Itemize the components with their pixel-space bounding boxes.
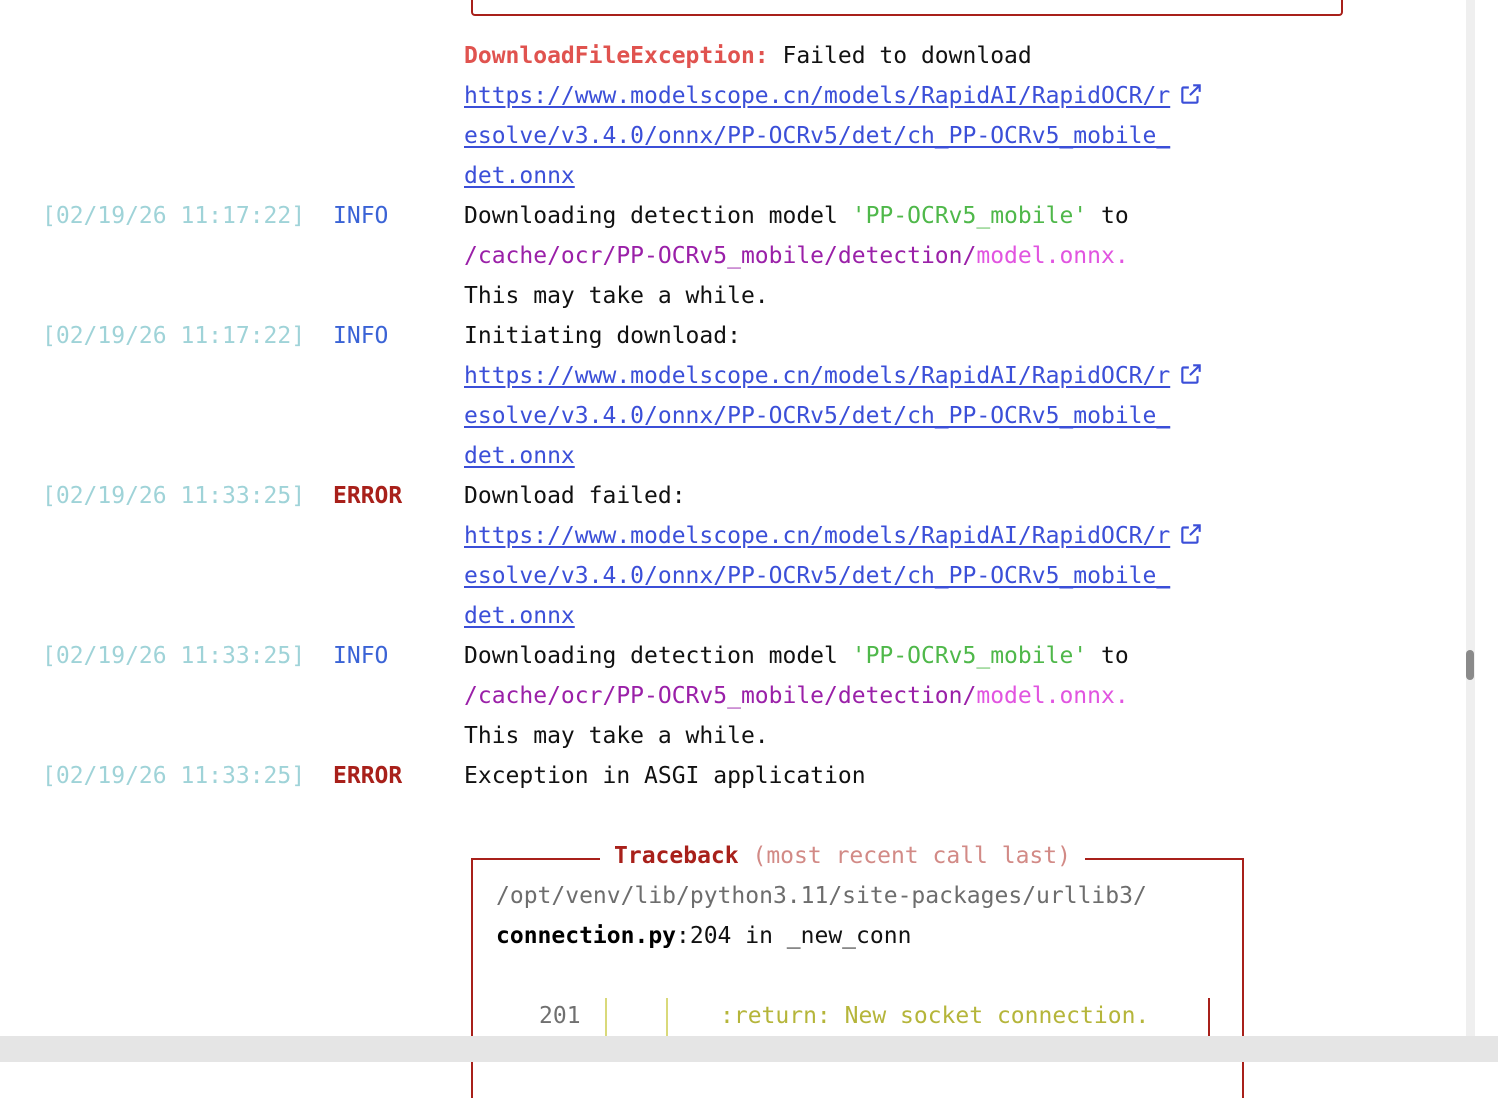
download-url-part-3[interactable]: det.onnx (464, 443, 575, 469)
failed-url-line-2: esolve/v3.4.0/onnx/PP-OCRv5/det/ch_PP-OC… (464, 556, 1170, 596)
log-timestamp: [02/19/26 11:33:25] (42, 643, 306, 669)
exception-url-part-1[interactable]: https://www.modelscope.cn/models/RapidAI… (464, 83, 1170, 109)
model-name-string: 'PP-OCRv5_mobile' (851, 203, 1088, 229)
log-message: Downloading detection model 'PP-OCRv5_mo… (464, 636, 1129, 676)
exception-url-line-3: det.onnx (464, 156, 575, 196)
failed-url-part-2[interactable]: esolve/v3.4.0/onnx/PP-OCRv5/det/ch_PP-OC… (464, 563, 1170, 589)
log-timestamp: [02/19/26 11:17:22] (42, 203, 306, 229)
download-url-line-2: esolve/v3.4.0/onnx/PP-OCRv5/det/ch_PP-OC… (464, 396, 1170, 436)
external-link-icon[interactable] (1178, 521, 1204, 547)
log-message: Download failed: (464, 483, 686, 509)
traceback-loc: :204 in _new_conn (676, 923, 912, 949)
download-url-line-1: https://www.modelscope.cn/models/RapidAI… (464, 356, 1204, 396)
log-timestamp: [02/19/26 11:17:22] (42, 323, 306, 349)
traceback-location: connection.py:204 in _new_conn (496, 916, 911, 956)
exception-message: Failed to download (768, 43, 1032, 69)
log-level-info: INFO (333, 323, 389, 349)
previous-traceback-box-bottom (471, 0, 1343, 16)
log-timestamp: [02/19/26 11:33:25] (42, 483, 306, 509)
external-link-icon[interactable] (1178, 361, 1204, 387)
failed-url-part-1[interactable]: https://www.modelscope.cn/models/RapidAI… (464, 523, 1170, 549)
download-url-line-3: det.onnx (464, 436, 575, 476)
cache-path: /cache/ocr/PP-OCRv5_mobile/detection/ (464, 683, 977, 709)
log-message-path: /cache/ocr/PP-OCRv5_mobile/detection/mod… (464, 676, 1129, 716)
cache-path: /cache/ocr/PP-OCRv5_mobile/detection/ (464, 243, 977, 269)
cache-file: model.onnx. (976, 683, 1129, 709)
horizontal-scrollbar[interactable] (0, 1036, 1498, 1062)
log-level-info: INFO (333, 643, 389, 669)
external-link-icon[interactable] (1178, 81, 1204, 107)
log-level-error: ERROR (333, 483, 403, 509)
failed-url-line-3: det.onnx (464, 596, 575, 636)
traceback-path: /opt/venv/lib/python3.11/site-packages/u… (496, 883, 1147, 909)
log-timestamp: [02/19/26 11:33:25] (42, 763, 306, 789)
cache-file: model.onnx. (976, 243, 1129, 269)
exception-url-line-1: https://www.modelscope.cn/models/RapidAI… (464, 76, 1204, 116)
log-level-error: ERROR (333, 763, 403, 789)
exception-name: DownloadFileException: (464, 43, 769, 69)
failed-url-line-1: https://www.modelscope.cn/models/RapidAI… (464, 516, 1204, 556)
traceback-heading: Traceback (614, 843, 739, 869)
msg-text: to (1087, 643, 1129, 669)
exception-url-part-2[interactable]: esolve/v3.4.0/onnx/PP-OCRv5/det/ch_PP-OC… (464, 123, 1170, 149)
code-line: :return: New socket connection. (720, 1003, 1150, 1029)
exception-url-part-3[interactable]: det.onnx (464, 163, 575, 189)
log-message: Downloading detection model 'PP-OCRv5_mo… (464, 196, 1129, 236)
msg-text: to (1087, 203, 1129, 229)
terminal-log: DownloadFileException: Failed to downloa… (0, 0, 1466, 1098)
msg-text: Downloading detection model (464, 643, 852, 669)
log-message-wait: This may take a while. (464, 283, 769, 309)
vertical-scrollbar-thumb[interactable] (1466, 650, 1474, 680)
traceback-title: Traceback (most recent call last) (600, 836, 1085, 876)
log-message-wait: This may take a while. (464, 723, 769, 749)
exception-url-line-2: esolve/v3.4.0/onnx/PP-OCRv5/det/ch_PP-OC… (464, 116, 1170, 156)
traceback-file: connection.py (496, 923, 677, 949)
code-line-number: 201 (539, 1003, 581, 1029)
vertical-scrollbar-track[interactable] (1466, 0, 1475, 1062)
exception-line: DownloadFileException: Failed to downloa… (464, 36, 1032, 76)
log-message-path: /cache/ocr/PP-OCRv5_mobile/detection/mod… (464, 236, 1129, 276)
msg-text: Downloading detection model (464, 203, 852, 229)
download-url-part-1[interactable]: https://www.modelscope.cn/models/RapidAI… (464, 363, 1170, 389)
log-message: Exception in ASGI application (464, 763, 866, 789)
traceback-subheading: (most recent call last) (752, 843, 1071, 869)
failed-url-part-3[interactable]: det.onnx (464, 603, 575, 629)
log-level-info: INFO (333, 203, 389, 229)
log-message: Initiating download: (464, 323, 741, 349)
model-name-string: 'PP-OCRv5_mobile' (851, 643, 1088, 669)
download-url-part-2[interactable]: esolve/v3.4.0/onnx/PP-OCRv5/det/ch_PP-OC… (464, 403, 1170, 429)
